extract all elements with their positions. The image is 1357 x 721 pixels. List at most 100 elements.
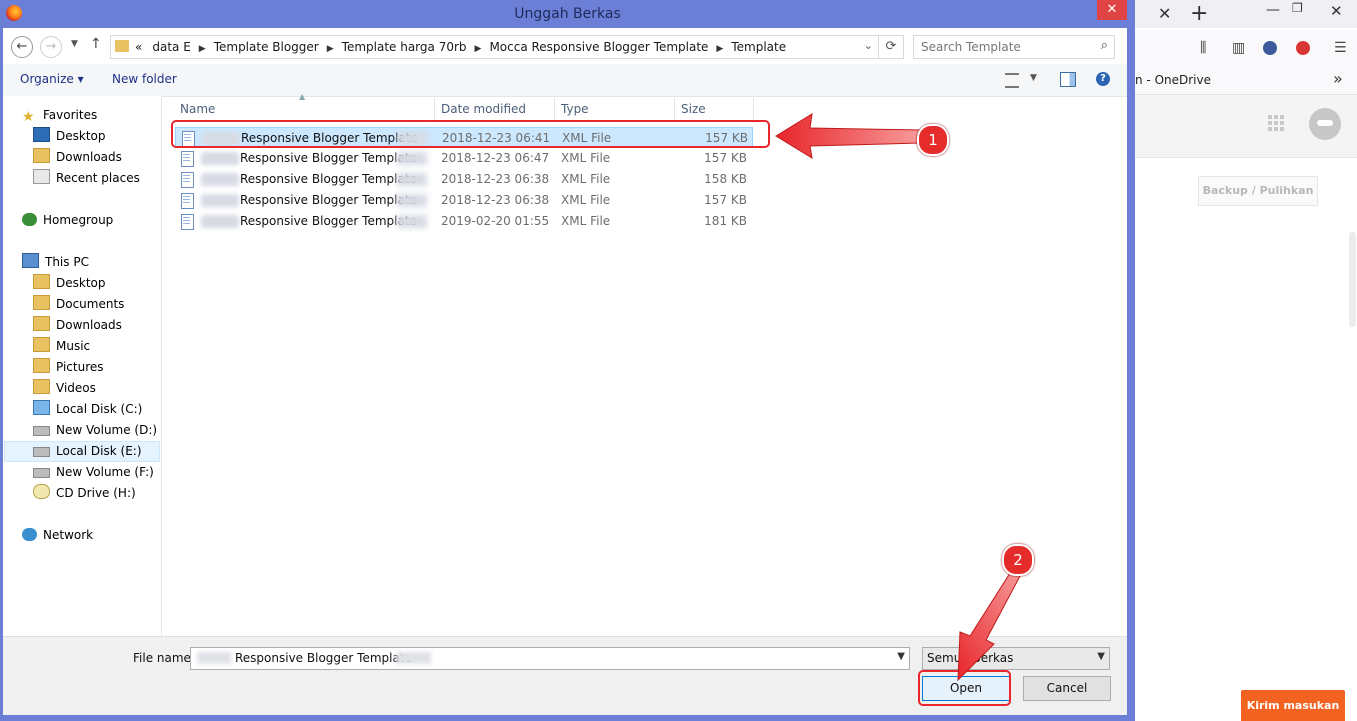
sidebar-item-desktop[interactable]: Desktop (33, 126, 106, 146)
breadcrumb-separator-icon[interactable]: ▶ (199, 44, 206, 54)
xml-file-icon (181, 193, 194, 209)
sidebar-item-local-disk-e[interactable]: Local Disk (E:) (33, 441, 142, 461)
file-row[interactable]: Responsive Blogger Template 2019-02-20 0… (175, 211, 753, 232)
refresh-button[interactable]: ⟳ (878, 36, 903, 58)
cd-drive-icon (33, 484, 50, 499)
breadcrumb-item[interactable]: Template Blogger (214, 40, 319, 54)
search-icon[interactable]: ⌕ (1101, 38, 1108, 53)
back-button[interactable]: ← (11, 36, 33, 58)
column-header-name[interactable]: Name (180, 98, 215, 120)
file-row[interactable]: Responsive Blogger Template 2018-12-23 0… (175, 169, 753, 190)
preview-pane-icon[interactable] (1060, 72, 1076, 87)
extension-icon[interactable] (1263, 41, 1277, 55)
file-type-select[interactable]: Semua Berkas ▼ (922, 647, 1110, 670)
sidebar-item-this-pc[interactable]: This PC (22, 252, 89, 272)
file-type: XML File (561, 151, 611, 165)
feedback-button[interactable]: Kirim masukan (1241, 690, 1345, 721)
sidebar-item-downloads[interactable]: Downloads (33, 315, 122, 335)
column-divider[interactable] (434, 98, 435, 120)
highlight-box-open (918, 670, 1011, 706)
apps-grid-icon[interactable] (1268, 115, 1284, 131)
recent-locations-dropdown[interactable]: ▼ (71, 39, 78, 49)
redacted-text (397, 173, 427, 186)
breadcrumb-item[interactable]: Mocca Responsive Blogger Template (489, 40, 708, 54)
backup-button[interactable]: Backup / Pulihkan (1198, 176, 1318, 206)
new-tab-button[interactable]: + (1190, 1, 1208, 26)
file-type-value: Semua Berkas (927, 651, 1014, 665)
dialog-close-button[interactable]: ✕ (1097, 0, 1127, 20)
breadcrumb-item[interactable]: Template (731, 40, 786, 54)
sidebar-icon[interactable]: ▥ (1232, 40, 1245, 56)
new-folder-button[interactable]: New folder (112, 72, 177, 86)
breadcrumb-item[interactable]: data E (152, 40, 190, 54)
xml-file-icon (181, 151, 194, 167)
recent-places-icon (33, 169, 50, 184)
sidebar-item-music[interactable]: Music (33, 336, 90, 356)
restore-icon[interactable]: ❐ (1292, 1, 1303, 15)
sidebar-item-label: Recent places (56, 171, 140, 185)
sidebar-item-new-volume-f[interactable]: New Volume (F:) (33, 462, 154, 482)
sidebar-item-favorites[interactable]: ★ Favorites (22, 105, 97, 125)
help-icon[interactable]: ? (1096, 72, 1110, 86)
breadcrumb-separator-icon[interactable]: ▶ (475, 44, 482, 54)
column-header-date[interactable]: Date modified (441, 98, 526, 120)
cancel-button[interactable]: Cancel (1023, 676, 1111, 701)
chevron-right-icon[interactable]: » (1333, 69, 1343, 88)
breadcrumb-overflow[interactable]: « (135, 40, 142, 54)
chevron-down-icon[interactable]: ▼ (897, 651, 905, 662)
column-header-size[interactable]: Size (681, 98, 706, 120)
network-icon (22, 528, 37, 541)
sidebar-item-cd-drive-h[interactable]: CD Drive (H:) (33, 483, 136, 503)
avatar[interactable] (1309, 108, 1341, 140)
column-divider[interactable] (674, 98, 675, 120)
sidebar-item-new-volume-d[interactable]: New Volume (D:) (33, 420, 157, 440)
sidebar-item-label: New Volume (F:) (56, 465, 154, 479)
sidebar-item-homegroup[interactable]: Homegroup (22, 210, 113, 230)
tab-close-icon[interactable]: ✕ (1158, 4, 1171, 23)
file-row[interactable]: Responsive Blogger Template 2018-12-23 0… (175, 148, 753, 169)
step-badge-2: 2 (1002, 544, 1034, 576)
redacted-text (397, 215, 427, 228)
sidebar-item-local-disk-c[interactable]: Local Disk (C:) (33, 399, 142, 419)
sidebar-item-label: Videos (56, 381, 96, 395)
breadcrumb-separator-icon[interactable]: ▶ (327, 44, 334, 54)
sidebar-item-network[interactable]: Network (22, 525, 93, 545)
breadcrumb-item[interactable]: Template harga 70rb (342, 40, 467, 54)
organize-button[interactable]: Organize ▾ (20, 72, 84, 86)
chevron-down-icon[interactable]: ⌄ (864, 39, 873, 52)
file-name-field[interactable]: Responsive Blogger Template ▼ (190, 647, 910, 670)
sidebar-item-documents[interactable]: Documents (33, 294, 124, 314)
window-close-icon[interactable]: ✕ (1330, 2, 1343, 20)
scrollbar[interactable] (1349, 232, 1356, 327)
column-divider[interactable] (554, 98, 555, 120)
file-row[interactable]: Responsive Blogger Template 2018-12-23 0… (175, 190, 753, 211)
view-options-icon[interactable] (1005, 73, 1019, 88)
library-icon[interactable]: ⫼ (1200, 40, 1206, 56)
menu-icon[interactable]: ☰ (1334, 40, 1347, 56)
sidebar-item-label: Local Disk (C:) (56, 402, 143, 416)
extension-red-icon[interactable] (1296, 41, 1310, 55)
minimize-icon[interactable]: — (1266, 2, 1280, 18)
redacted-text (201, 215, 239, 228)
file-size: 158 KB (704, 172, 747, 186)
search-placeholder: Search Template (921, 40, 1021, 54)
sidebar-item-downloads[interactable]: Downloads (33, 147, 122, 167)
view-dropdown-icon[interactable]: ▼ (1030, 73, 1037, 83)
file-date: 2019-02-20 01:55 (441, 214, 550, 228)
forward-button[interactable]: → (40, 36, 62, 58)
drive-icon (33, 447, 50, 457)
breadcrumb-separator-icon[interactable]: ▶ (716, 44, 723, 54)
column-divider[interactable] (753, 98, 754, 120)
chevron-down-icon[interactable]: ▼ (1097, 651, 1105, 662)
sidebar-item-recent-places[interactable]: Recent places (33, 168, 140, 188)
sidebar-item-pictures[interactable]: Pictures (33, 357, 104, 377)
column-header-type[interactable]: Type (561, 98, 589, 120)
file-size: 157 KB (704, 151, 747, 165)
up-button[interactable]: ↑ (90, 36, 102, 52)
sidebar-item-videos[interactable]: Videos (33, 378, 96, 398)
file-name: Responsive Blogger Template (240, 151, 417, 165)
address-bar[interactable]: « data E ▶ Template Blogger ▶ Template harga … (110, 35, 904, 59)
sidebar-item-desktop[interactable]: Desktop (33, 273, 106, 293)
bookmark-onedrive[interactable]: n - OneDrive (1135, 73, 1211, 87)
search-input[interactable]: Search Template ⌕ (913, 35, 1115, 59)
